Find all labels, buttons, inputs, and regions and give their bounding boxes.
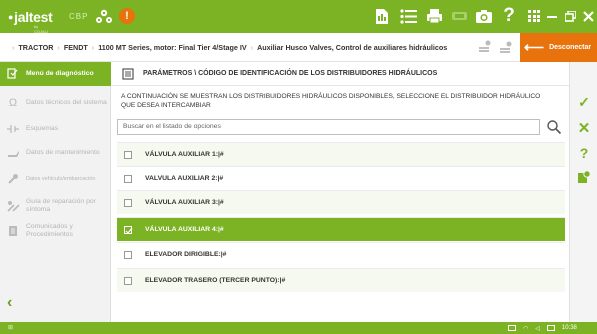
windows-start-icon[interactable]: ⊞ — [8, 324, 13, 331]
repair-guide-icon — [6, 199, 20, 213]
breadcrumb: › TRACTOR › FENDT › 1100 MT Series, moto… — [8, 33, 447, 62]
option-row-aux-valve-4[interactable]: VÁLVULA AUXILIAR 4:|# — [117, 217, 565, 241]
instructions-text: A CONTINUACIÓN SE MUESTRAN LOS DISTRIBUI… — [121, 93, 541, 109]
disconnect-button[interactable]: ⟵ Desconectar — [520, 33, 597, 62]
parameters-icon — [122, 67, 134, 80]
option-row-rear-lift[interactable]: ELEVADOR TRASERO (TERCER PUNTO):|# — [117, 268, 565, 292]
wifi-icon: ◠ — [523, 325, 529, 332]
arrow-left-icon: ⟵ — [524, 39, 545, 55]
system-tray: ◠ ◁ 10:38 — [508, 323, 577, 333]
help-question-icon[interactable]: ? — [570, 145, 597, 161]
ohm-icon: Ω — [8, 97, 18, 109]
option-checkbox[interactable] — [124, 250, 132, 259]
top-toolbar: ●jaltest by COJALI CBP ! ? — [0, 0, 597, 34]
breadcrumb-separator: › — [91, 43, 95, 52]
product-label: CBP — [69, 12, 89, 21]
close-icon[interactable] — [579, 0, 597, 33]
breadcrumb-separator: › — [57, 43, 60, 52]
diagnosis-icon — [6, 67, 20, 81]
option-checkbox[interactable] — [124, 174, 132, 183]
camera-icon[interactable] — [474, 6, 494, 26]
sidebar-item-maintenance-data[interactable]: Datos de mantenimiento — [0, 142, 111, 164]
parameter-header: PARÁMETROS \ CÓDIGO DE IDENTIFICACIÓN DE… — [112, 62, 569, 86]
settings-gear-icon[interactable] — [570, 170, 597, 184]
search-icon[interactable] — [546, 119, 562, 135]
printer-icon[interactable] — [424, 6, 444, 26]
vci-icon[interactable] — [449, 6, 469, 26]
help-icon[interactable]: ? — [499, 5, 519, 26]
option-checkbox[interactable] — [124, 198, 132, 207]
sidebar: Menú de diagnóstico Ω Datos técnicos del… — [0, 62, 111, 322]
option-checkbox-checked[interactable] — [124, 225, 133, 234]
breadcrumb-separator: › — [12, 43, 15, 52]
page-title: PARÁMETROS \ CÓDIGO DE IDENTIFICACIÓN DE… — [143, 70, 438, 77]
option-row-aux-valve-1[interactable]: VÁLVULA AUXILIAR 1:|# — [117, 142, 565, 166]
breadcrumb-item-model[interactable]: 1100 MT Series, motor: Final Tier 4/Stag… — [98, 43, 246, 52]
minimize-icon[interactable] — [543, 0, 561, 33]
breadcrumb-item-fendt[interactable]: FENDT — [64, 43, 88, 52]
volume-icon: ◁ — [535, 325, 540, 332]
apps-icon[interactable] — [524, 6, 544, 26]
test-tube-icon[interactable] — [477, 39, 491, 56]
action-column: ✓ ✕ ? — [569, 62, 597, 322]
sidebar-item-technical-data[interactable]: Ω Datos técnicos del sistema — [0, 92, 111, 114]
cancel-x-icon[interactable]: ✕ — [570, 119, 597, 137]
sidebar-item-schematics[interactable]: Esquemas — [0, 119, 111, 139]
sidebar-item-vehicle-data[interactable]: Datos vehículo/embarcación — [0, 168, 111, 190]
option-row-aux-valve-3[interactable]: VÁLVULA AUXILIAR 3:|# — [117, 190, 565, 214]
main-panel: PARÁMETROS \ CÓDIGO DE IDENTIFICACIÓN DE… — [112, 62, 569, 322]
clock: 10:38 — [561, 325, 577, 331]
option-checkbox[interactable] — [124, 150, 132, 159]
option-row-steerable-lift[interactable]: ELEVADOR DIRIGIBLE:|# — [117, 242, 565, 266]
list-icon[interactable] — [398, 6, 418, 26]
breadcrumb-separator: › — [250, 43, 254, 52]
option-checkbox[interactable] — [124, 276, 132, 285]
test-tool-icon[interactable] — [498, 39, 512, 56]
oilcan-icon — [6, 146, 20, 160]
search-input[interactable]: Buscar en el listado de opciones — [117, 119, 540, 135]
option-row-aux-valve-2[interactable]: VALVULA AUXILIAR 2:|# — [117, 166, 565, 190]
battery-icon — [508, 325, 516, 331]
breadcrumb-item-tractor[interactable]: TRACTOR — [18, 43, 53, 52]
sidebar-item-repair-guide[interactable]: Guía de reparación por síntoma — [0, 195, 111, 217]
wrench-icon — [6, 172, 20, 186]
breadcrumb-bar: › TRACTOR › FENDT › 1100 MT Series, moto… — [0, 33, 597, 62]
report-icon[interactable] — [372, 6, 392, 26]
app-window: ●jaltest by COJALI CBP ! ? › TRACTOR › F… — [0, 0, 597, 334]
breadcrumb-item-system[interactable]: Auxiliar Husco Valves, Control de auxili… — [257, 43, 447, 52]
schematic-icon — [6, 122, 20, 136]
alert-icon[interactable]: ! — [117, 6, 137, 26]
status-bar: ⊞ ◠ ◁ 10:38 — [0, 322, 597, 334]
notification-icon[interactable] — [546, 325, 555, 331]
sidebar-item-bulletins[interactable]: Comunicados y Procedimientos — [0, 220, 111, 242]
documents-icon — [6, 224, 20, 238]
jaltest-logo: ●jaltest by COJALI — [8, 9, 53, 34]
truck-wrench-icon[interactable] — [94, 6, 114, 26]
accept-check-icon[interactable]: ✓ — [570, 94, 597, 111]
restore-icon[interactable] — [561, 0, 579, 33]
sidebar-item-diagnosis-menu[interactable]: Menú de diagnóstico — [0, 62, 111, 86]
back-chevron-icon[interactable]: ‹ — [7, 294, 12, 312]
